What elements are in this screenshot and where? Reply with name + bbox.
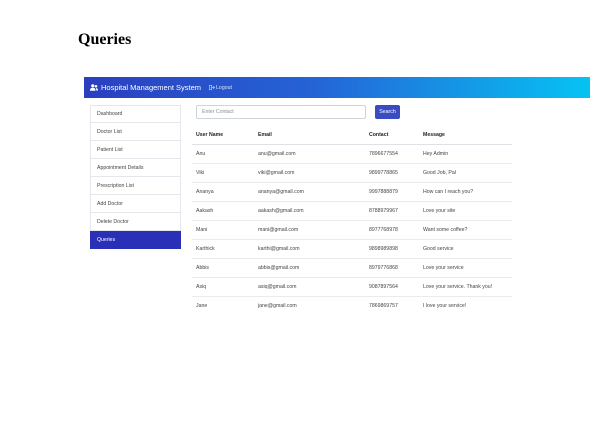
cell-user-name: Aakash [192, 201, 254, 221]
sidebar-item-add-doctor[interactable]: Add Doctor [90, 195, 181, 213]
cell-message: How can I reach you? [419, 182, 512, 202]
cell-message: Want some coffee? [419, 220, 512, 240]
cell-contact: 7896677554 [365, 144, 419, 164]
table-row: Jane jane@gmail.com 7869869757 I love yo… [192, 296, 512, 315]
sidebar: Dashboard Doctor List Patient List Appoi… [90, 105, 181, 249]
table-row: Viki viki@gmail.com 9899778865 Good Job,… [192, 163, 512, 183]
table-row: Ananya ananya@gmail.com 9997888879 How c… [192, 182, 512, 202]
cell-user-name: Mani [192, 220, 254, 240]
cell-email: viki@gmail.com [254, 163, 365, 183]
cell-email: mani@gmail.com [254, 220, 365, 240]
cell-message: Love your service. Thank you! [419, 277, 512, 297]
cell-contact: 7869869757 [365, 296, 419, 315]
column-header-contact: Contact [365, 125, 419, 145]
cell-contact: 9087897564 [365, 277, 419, 297]
cell-message: I love your service! [419, 296, 512, 315]
cell-user-name: Ananya [192, 182, 254, 202]
sidebar-item-dashboard[interactable]: Dashboard [90, 105, 181, 123]
sidebar-item-queries[interactable]: Queries [90, 231, 181, 249]
logout-label: Logout [216, 84, 232, 91]
search-button[interactable]: Search [375, 105, 400, 119]
cell-user-name: Jane [192, 296, 254, 315]
column-header-user-name: User Name [192, 125, 254, 145]
sidebar-item-prescription-list[interactable]: Prescription List [90, 177, 181, 195]
cell-contact: 8977768978 [365, 220, 419, 240]
table-row: Anu anu@gmail.com 7896677554 Hey Admin [192, 144, 512, 164]
logout-link[interactable]: Logout [209, 85, 232, 91]
cell-email: asiq@gmail.com [254, 277, 365, 297]
cell-email: jane@gmail.com [254, 296, 365, 315]
cell-contact: 9898989898 [365, 239, 419, 259]
sidebar-item-appointment-details[interactable]: Appointment Details [90, 159, 181, 177]
cell-contact: 9899778865 [365, 163, 419, 183]
table-row: Abbis abbis@gmail.com 8979776868 Love yo… [192, 258, 512, 278]
cell-user-name: Asiq [192, 277, 254, 297]
sidebar-item-delete-doctor[interactable]: Delete Doctor [90, 213, 181, 231]
cell-email: anu@gmail.com [254, 144, 365, 164]
column-header-email: Email [254, 125, 365, 145]
table-row: Asiq asiq@gmail.com 9087897564 Love your… [192, 277, 512, 297]
cell-user-name: Viki [192, 163, 254, 183]
brand-title: Hospital Management System [101, 83, 202, 92]
cell-message: Love your service [419, 258, 512, 278]
cell-message: Good service [419, 239, 512, 259]
column-header-message: Message [419, 125, 512, 145]
table-header-row: User Name Email Contact Message [192, 125, 512, 145]
navbar-brand[interactable]: Hospital Management System [90, 83, 201, 92]
sidebar-item-patient-list[interactable]: Patient List [90, 141, 181, 159]
cell-contact: 8788979967 [365, 201, 419, 221]
page-heading: Queries [78, 31, 132, 48]
cell-email: karthi@gmail.com [254, 239, 365, 259]
table-row: Karthick karthi@gmail.com 9898989898 Goo… [192, 239, 512, 259]
users-icon [90, 84, 98, 91]
cell-message: Good Job, Pal [419, 163, 512, 183]
cell-message: Love your site [419, 201, 512, 221]
logout-icon [209, 85, 215, 90]
cell-message: Hey Admin [419, 144, 512, 164]
table-body: Anu anu@gmail.com 7896677554 Hey Admin V… [192, 144, 512, 315]
cell-user-name: Karthick [192, 239, 254, 259]
search-input[interactable] [196, 105, 366, 119]
app-screenshot: Hospital Management System Logout Dashbo… [84, 77, 590, 337]
queries-table: User Name Email Contact Message Anu anu@… [192, 125, 512, 315]
table-row: Mani mani@gmail.com 8977768978 Want some… [192, 220, 512, 240]
cell-email: ananya@gmail.com [254, 182, 365, 202]
cell-user-name: Abbis [192, 258, 254, 278]
table-row: Aakash aakash@gmail.com 8788979967 Love … [192, 201, 512, 221]
cell-email: aakash@gmail.com [254, 201, 365, 221]
navbar: Hospital Management System Logout [84, 77, 590, 98]
cell-user-name: Anu [192, 144, 254, 164]
cell-contact: 9997888879 [365, 182, 419, 202]
sidebar-item-doctor-list[interactable]: Doctor List [90, 123, 181, 141]
cell-contact: 8979776868 [365, 258, 419, 278]
cell-email: abbis@gmail.com [254, 258, 365, 278]
